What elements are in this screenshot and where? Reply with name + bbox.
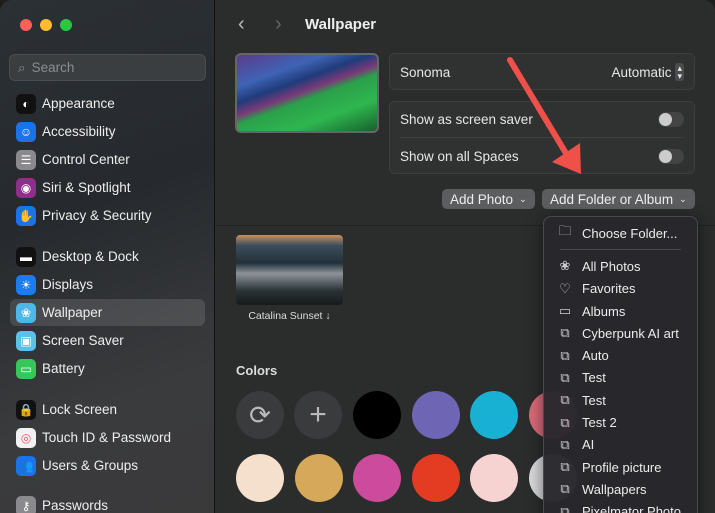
menu-item-label: Wallpapers [582,481,647,497]
menu-item-label: Test [582,392,606,408]
album-icon: ⧉ [560,481,570,497]
menu-item[interactable]: ⧉ Cyberpunk AI art [544,322,697,344]
heart-icon: ♡ [559,280,571,296]
menu-item-choose-folder[interactable]: 🗀 Choose Folder... [544,222,697,244]
settings-window: ⌕ Search ◐ Appearance ☺ Accessibility ☰ Contr… [0,0,715,513]
menu-item[interactable]: ⧉ Test [544,367,697,389]
menu-item[interactable]: ⧉ Test [544,389,697,411]
menu-item[interactable]: ⧉ Auto [544,344,697,366]
album-icon: ⧉ [560,392,570,408]
menu-item-label: Choose Folder... [582,225,678,241]
menu-item-label: Pixelmator Photo [582,504,681,513]
album-icon: ⧉ [560,436,570,452]
album-icon: ⧉ [560,325,570,341]
menu-item[interactable]: ▭ Albums [544,300,697,322]
menu-item-label: AI [582,437,595,453]
menu-item[interactable]: ♡ Favorites [544,278,697,300]
menu-item[interactable]: ⧉ Profile picture [544,456,697,478]
photos-icon: ❀ [559,258,571,274]
add-folder-menu: 🗀 Choose Folder... ❀ All Photos ♡ Favorites ▭… [543,216,698,513]
menu-item[interactable]: ⧉ Test 2 [544,411,697,433]
menu-item[interactable]: ❀ All Photos [544,255,697,277]
album-icon: ⧉ [560,347,570,363]
menu-item-label: Test [582,370,606,386]
menu-item-label: Favorites [582,281,636,297]
menu-separator [560,249,681,251]
albums-icon: ▭ [558,303,572,319]
menu-item[interactable]: ⧉ Wallpapers [544,478,697,500]
album-icon: ⧉ [560,459,570,475]
menu-item[interactable]: ⧉ AI [544,434,697,456]
album-icon: ⧉ [560,414,570,430]
menu-item[interactable]: ⧉ Pixelmator Photo [544,501,697,513]
album-icon: ⧉ [560,503,570,513]
menu-item-label: Profile picture [582,459,662,475]
menu-item-label: Auto [582,348,609,364]
album-icon: ⧉ [560,369,570,385]
menu-item-label: Cyberpunk AI art [582,325,679,341]
menu-item-label: All Photos [582,258,641,274]
menu-item-label: Test 2 [582,415,617,431]
menu-item-label: Albums [582,303,626,319]
folder-icon: 🗀 [558,223,572,239]
